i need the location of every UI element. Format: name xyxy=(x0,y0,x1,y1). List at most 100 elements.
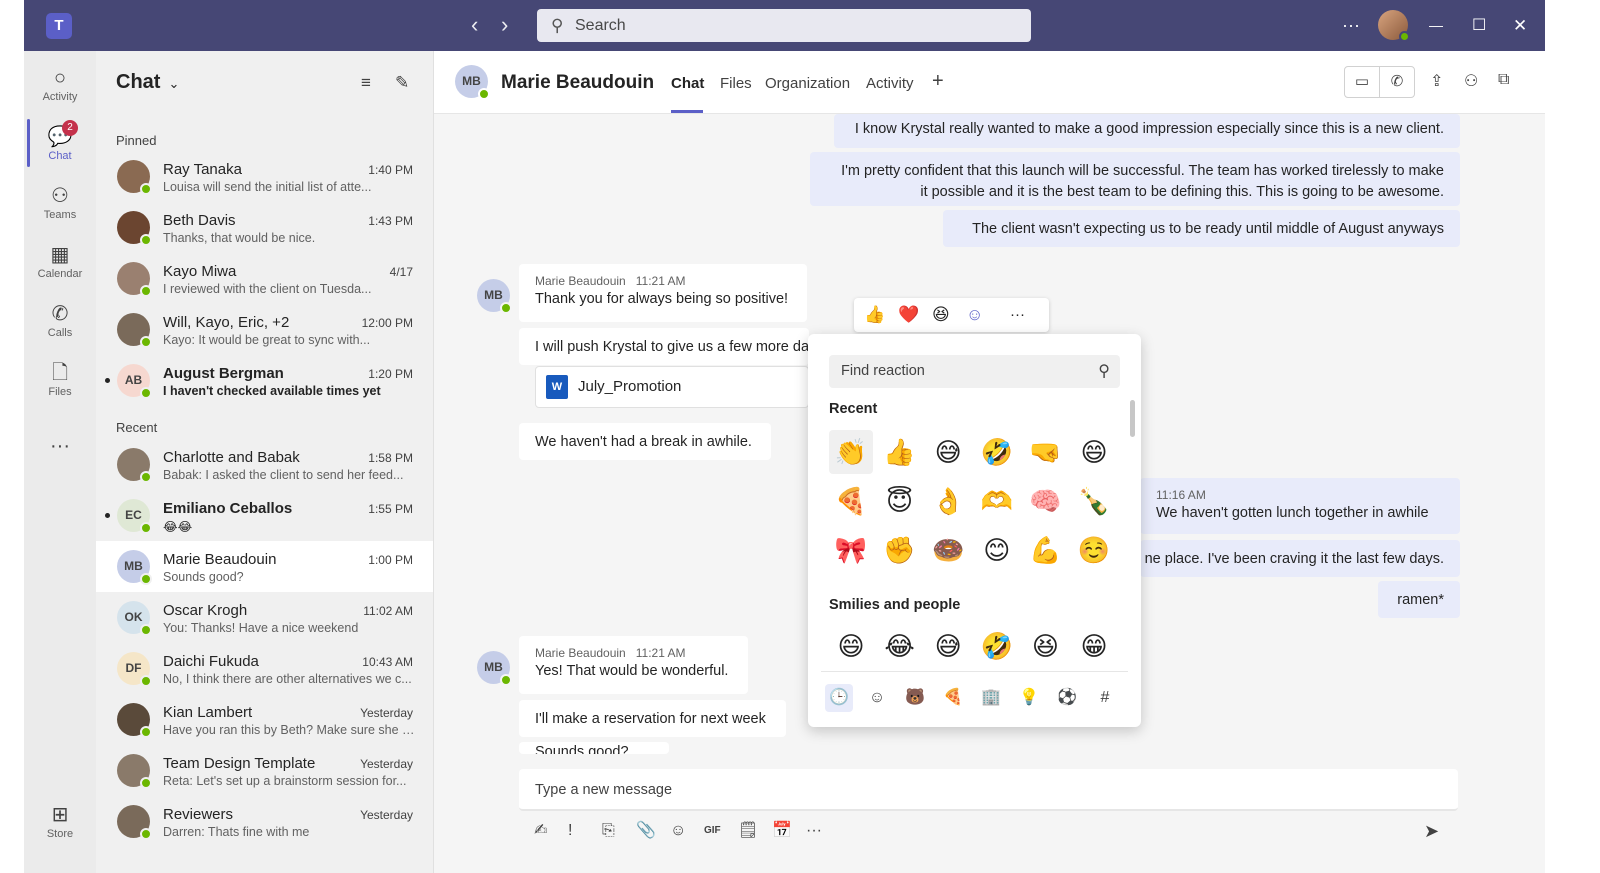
share-screen-button[interactable]: ⇪ xyxy=(1430,71,1443,91)
file-attachment[interactable]: W July_Promotion xyxy=(535,366,809,408)
back-button[interactable]: ‹ xyxy=(471,13,478,37)
format-icon[interactable]: ✍ xyxy=(534,819,547,843)
chat-list-item[interactable]: OK Oscar Krogh 11:02 AM You: Thanks! Have a… xyxy=(96,592,433,643)
hashtag-icon[interactable]: # xyxy=(1091,684,1119,712)
chat-list-item[interactable]: AB August Bergman 1:20 PM I haven't checked… xyxy=(96,355,433,406)
chat-list-item[interactable]: Beth Davis 1:43 PM Thanks, that would be n… xyxy=(96,202,433,253)
emoji-option[interactable]: 😅 xyxy=(926,624,970,668)
my-message[interactable]: ramen* xyxy=(1378,581,1460,618)
emoji-option[interactable]: ☺️ xyxy=(1072,528,1116,572)
emoji-option[interactable]: 🍩 xyxy=(926,528,970,572)
received-message[interactable]: Sounds good? xyxy=(519,742,669,754)
rail-more[interactable]: ··· xyxy=(24,433,96,459)
emoji-option[interactable]: 😅 xyxy=(926,430,970,474)
emoji-option[interactable]: 🤣 xyxy=(975,624,1019,668)
new-chat-button[interactable]: ✎ xyxy=(395,73,409,93)
emoji-option[interactable]: 🎀 xyxy=(829,528,873,572)
emoji-option[interactable]: 💪 xyxy=(1023,528,1067,572)
my-message[interactable]: I know Krystal really wanted to make a g… xyxy=(834,114,1460,148)
sender-avatar[interactable]: MB xyxy=(477,651,512,686)
emoji-option[interactable]: 🍾 xyxy=(1072,479,1116,523)
building-icon[interactable]: 🏢 xyxy=(977,684,1005,712)
picker-scrollbar[interactable] xyxy=(1130,400,1135,437)
received-message[interactable]: Marie Beaudouin 11:21 AM Yes! That would … xyxy=(519,636,748,694)
sticker-icon[interactable]: 🗒 xyxy=(738,819,758,843)
close-button[interactable]: ✕ xyxy=(1513,0,1527,51)
received-message[interactable]: Marie Beaudouin 11:21 AM Thank you for al… xyxy=(519,264,807,322)
chat-list-item[interactable]: Charlotte and Babak 1:58 PM Babak: I asked… xyxy=(96,439,433,490)
minimize-button[interactable]: — xyxy=(1429,0,1443,51)
received-message[interactable]: I will push Krystal to give us a few mor… xyxy=(519,328,809,365)
chat-list-item[interactable]: Ray Tanaka 1:40 PM Louisa will send the in… xyxy=(96,151,433,202)
emoji-option[interactable]: 🧠 xyxy=(1023,479,1067,523)
emoji-option[interactable]: 🤜 xyxy=(1023,430,1067,474)
emoji-icon[interactable]: ☺ xyxy=(670,819,686,843)
rail-teams[interactable]: ⚇ Teams xyxy=(24,183,96,221)
chat-list-item[interactable]: EC Emiliano Ceballos 1:55 PM 😂😂 xyxy=(96,490,433,541)
emoji-option[interactable]: 😄 xyxy=(1072,430,1116,474)
rail-files[interactable]: 🗋 Files xyxy=(24,360,96,398)
rail-activity[interactable]: ○ Activity xyxy=(24,65,96,103)
my-message[interactable]: 11:16 AM We haven't gotten lunch togethe… xyxy=(1140,478,1460,534)
profile-avatar[interactable] xyxy=(1378,10,1410,42)
emoji-option[interactable]: 👍 xyxy=(878,430,922,474)
audio-call-button[interactable]: ✆ xyxy=(1379,66,1415,98)
emoji-option[interactable]: 😊 xyxy=(975,528,1019,572)
filter-button[interactable]: ≡ xyxy=(361,73,371,93)
food-icon[interactable]: 🍕 xyxy=(939,684,967,712)
chat-list-item[interactable]: Will, Kayo, Eric, +2 12:00 PM Kayo: It wou… xyxy=(96,304,433,355)
contact-avatar[interactable]: MB xyxy=(455,65,490,100)
emoji-option[interactable]: 😁 xyxy=(1072,624,1116,668)
tab-activity[interactable]: Activity xyxy=(866,75,914,92)
message-compose-box[interactable]: Type a new message xyxy=(519,769,1458,811)
emoji-option[interactable]: 😂 xyxy=(878,624,922,668)
add-reaction-icon[interactable]: ☺ xyxy=(966,303,983,327)
tab-chat[interactable]: Chat xyxy=(671,75,704,92)
tab-files[interactable]: Files xyxy=(720,75,752,92)
chat-list-item[interactable]: Kian Lambert Yesterday Have you ran this b… xyxy=(96,694,433,745)
attach-icon[interactable]: 📎 xyxy=(636,819,656,843)
chat-list-item[interactable]: Reviewers Yesterday Darren: Thats fine wit… xyxy=(96,796,433,847)
emoji-option[interactable]: 👏 xyxy=(829,430,873,474)
emoji-option[interactable]: 🫶 xyxy=(975,479,1019,523)
search-input[interactable]: ⚲ Search xyxy=(537,9,1031,42)
heart-reaction[interactable]: ❤️ xyxy=(898,303,919,327)
animal-icon[interactable]: 🐻 xyxy=(901,684,929,712)
rail-calendar[interactable]: ▦ Calendar xyxy=(24,242,96,280)
schedule-icon[interactable]: 📅 xyxy=(772,819,792,843)
lightbulb-icon[interactable]: 💡 xyxy=(1015,684,1043,712)
tab-organization[interactable]: Organization xyxy=(765,75,850,92)
emoji-option[interactable]: 😄 xyxy=(829,624,873,668)
send-button[interactable]: ➤ xyxy=(1424,819,1439,843)
more-options-button[interactable]: ··· xyxy=(1342,0,1360,51)
received-message[interactable]: I'll make a reservation for next week xyxy=(519,700,786,737)
thumbs-up-reaction[interactable]: 👍 xyxy=(864,303,885,327)
maximize-button[interactable]: ☐ xyxy=(1472,0,1486,51)
chat-list-title[interactable]: Chat ⌄ xyxy=(116,71,179,94)
add-people-button[interactable]: ⚇ xyxy=(1464,71,1478,91)
add-tab-button[interactable]: + xyxy=(932,70,944,93)
emoji-option[interactable]: 🤣 xyxy=(975,430,1019,474)
ball-icon[interactable]: ⚽ xyxy=(1053,684,1081,712)
my-message[interactable]: The client wasn't expecting us to be rea… xyxy=(943,210,1460,247)
chat-list-item[interactable]: DF Daichi Fukuda 10:43 AM No, I think there… xyxy=(96,643,433,694)
chat-list-item[interactable]: MB Marie Beaudouin 1:00 PM Sounds good? xyxy=(96,541,433,592)
rail-store[interactable]: ⊞ Store xyxy=(24,802,96,840)
priority-icon[interactable]: ! xyxy=(568,819,572,843)
more-icon[interactable]: ··· xyxy=(806,819,822,843)
my-message[interactable]: I'm pretty confident that this launch wi… xyxy=(810,152,1460,206)
rail-calls[interactable]: ✆ Calls xyxy=(24,301,96,339)
emoji-option[interactable]: 🍕 xyxy=(829,479,873,523)
chat-list-item[interactable]: Kayo Miwa 4/17 I reviewed with the client … xyxy=(96,253,433,304)
smiley-icon[interactable]: ☺ xyxy=(863,684,891,712)
emoji-option[interactable]: 😇 xyxy=(878,479,922,523)
video-call-button[interactable]: ▭ xyxy=(1344,66,1380,98)
more-actions-button[interactable]: ··· xyxy=(1010,303,1025,327)
forward-button[interactable]: › xyxy=(501,13,508,37)
emoji-option[interactable]: 😆 xyxy=(1023,624,1067,668)
gif-icon[interactable]: GIF xyxy=(704,819,721,843)
my-message[interactable]: ne place. I've been craving it the last … xyxy=(1140,540,1460,577)
loop-icon[interactable]: ⎘ xyxy=(602,819,615,843)
find-reaction-input[interactable]: Find reaction ⚲ xyxy=(829,355,1120,388)
received-message[interactable]: We haven't had a break in awhile. xyxy=(519,423,771,460)
